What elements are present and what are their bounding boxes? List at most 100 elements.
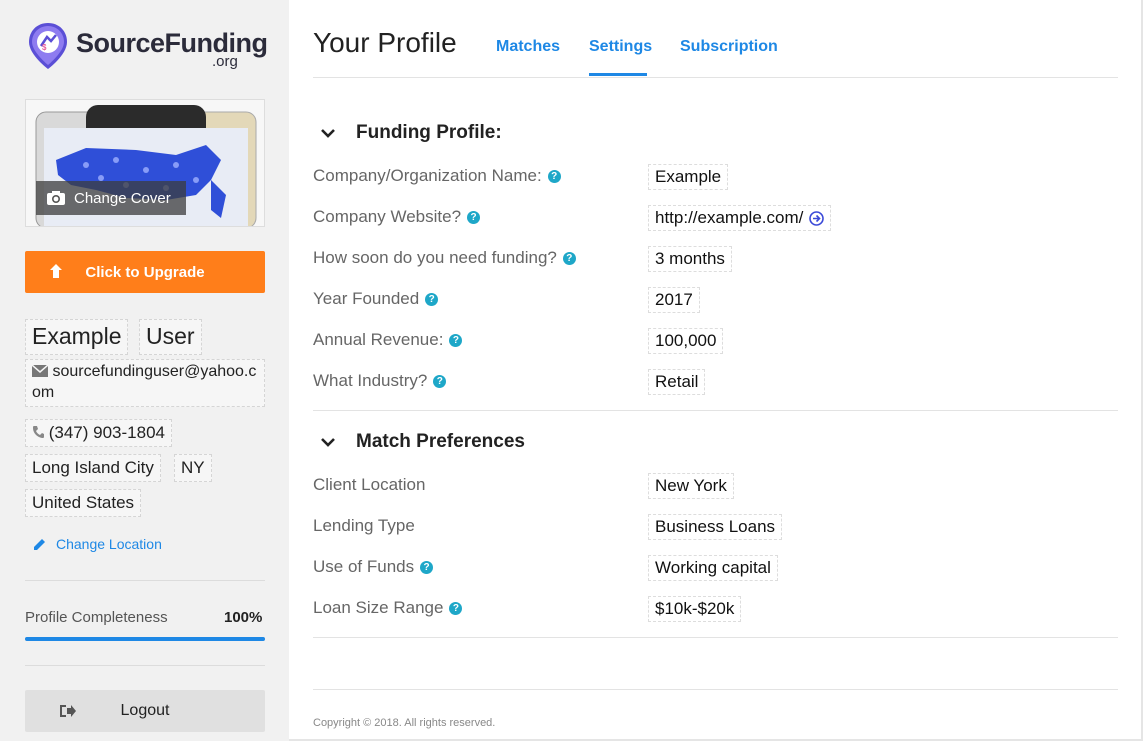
- industry-value[interactable]: Retail: [648, 369, 706, 396]
- match-preferences-header[interactable]: Match Preferences: [320, 431, 525, 453]
- change-location-label: Change Location: [56, 536, 162, 552]
- question-circle-icon[interactable]: ?: [425, 292, 439, 306]
- first-name[interactable]: Example: [25, 319, 129, 355]
- email-field[interactable]: sourcefundinguser@yahoo.com: [25, 359, 265, 407]
- year-founded-text: 2017: [655, 290, 693, 309]
- arrow-up-icon: [50, 264, 62, 278]
- annual-revenue-text: 100,000: [655, 331, 717, 350]
- annual-revenue-label: Annual Revenue:: [313, 330, 444, 349]
- field-label: How soon do you need funding? ?: [313, 248, 576, 268]
- change-location-link[interactable]: Change Location: [33, 536, 162, 552]
- field-label: Client Location: [313, 475, 425, 495]
- tab-matches[interactable]: Matches: [496, 38, 560, 56]
- profile-completeness-fill: [25, 637, 265, 641]
- question-circle-icon[interactable]: ?: [449, 601, 463, 615]
- company-name-value[interactable]: Example: [648, 164, 729, 191]
- logout-button[interactable]: Logout: [25, 690, 265, 732]
- pencil-icon: [34, 538, 45, 550]
- field-label: Annual Revenue: ?: [313, 330, 463, 350]
- copyright-text: Copyright © 2018. All rights reserved.: [313, 717, 496, 729]
- company-website-text: http://example.com/: [655, 208, 804, 227]
- field-label: Use of Funds ?: [313, 557, 434, 577]
- logout-label: Logout: [120, 702, 170, 719]
- company-name-text: Example: [655, 167, 722, 186]
- profile-completeness-bar: [25, 637, 265, 641]
- phone-field[interactable]: (347) 903-1804: [25, 419, 172, 448]
- header-divider: [313, 77, 1118, 78]
- funding-timeline-value[interactable]: 3 months: [648, 246, 732, 273]
- last-name[interactable]: User: [139, 319, 202, 355]
- section-divider: [313, 637, 1118, 638]
- sign-out-icon: [60, 705, 76, 717]
- sidebar: $ SourceFunding .org Change Cover Click …: [0, 0, 289, 741]
- page-title: Your Profile: [313, 27, 457, 58]
- company-website-label: Company Website?: [313, 207, 462, 226]
- state-field[interactable]: NY: [174, 454, 212, 483]
- logo-text: SourceFunding: [76, 28, 268, 58]
- question-circle-icon[interactable]: ?: [433, 374, 447, 388]
- lending-type-text: Business Loans: [655, 517, 776, 536]
- lending-type-label: Lending Type: [313, 516, 415, 535]
- sidebar-divider: [25, 665, 265, 666]
- svg-text:$: $: [42, 43, 47, 52]
- question-circle-icon[interactable]: ?: [420, 560, 434, 574]
- loan-size-label: Loan Size Range: [313, 598, 444, 617]
- question-circle-icon[interactable]: ?: [467, 210, 481, 224]
- city-field[interactable]: Long Island City: [25, 454, 161, 483]
- client-location-value[interactable]: New York: [648, 473, 734, 500]
- email-value: sourcefundinguser@yahoo.com: [32, 363, 257, 401]
- chevron-down-icon: [321, 129, 335, 138]
- funding-timeline-text: 3 months: [655, 249, 725, 268]
- logo[interactable]: $ SourceFunding .org: [27, 22, 268, 74]
- funding-timeline-label: How soon do you need funding?: [313, 248, 557, 267]
- field-label: Company Website? ?: [313, 207, 481, 227]
- upgrade-label: Click to Upgrade: [85, 263, 205, 281]
- question-circle-icon[interactable]: ?: [547, 169, 561, 183]
- country-field[interactable]: United States: [25, 489, 142, 518]
- lending-type-value[interactable]: Business Loans: [648, 514, 783, 541]
- field-label: What Industry? ?: [313, 371, 447, 391]
- annual-revenue-value[interactable]: 100,000: [648, 328, 724, 355]
- chevron-down-icon: [321, 438, 335, 447]
- company-website-value[interactable]: http://example.com/: [648, 205, 832, 232]
- active-tab-indicator: [589, 73, 647, 76]
- client-location-label: Client Location: [313, 475, 426, 494]
- camera-icon: [47, 191, 65, 205]
- industry-label: What Industry?: [313, 371, 428, 390]
- arrow-circle-right-icon[interactable]: [809, 210, 825, 226]
- map-pin-logo-icon: $: [29, 23, 67, 69]
- loan-size-text: $10k-$20k: [655, 599, 735, 618]
- sidebar-divider: [25, 580, 265, 581]
- footer-divider: [313, 689, 1118, 690]
- profile-completeness-value: 100%: [224, 609, 263, 626]
- loan-size-value[interactable]: $10k-$20k: [648, 596, 742, 623]
- field-label: Loan Size Range ?: [313, 598, 463, 618]
- use-of-funds-label: Use of Funds: [313, 557, 415, 576]
- client-location-text: New York: [655, 476, 727, 495]
- envelope-icon: [31, 364, 49, 377]
- field-label: Year Founded ?: [313, 289, 439, 309]
- cover-image: Change Cover: [25, 99, 265, 227]
- industry-text: Retail: [655, 372, 699, 391]
- phone-value: (347) 903-1804: [48, 423, 165, 442]
- question-circle-icon[interactable]: ?: [449, 333, 463, 347]
- year-founded-label: Year Founded: [313, 289, 420, 308]
- upgrade-button[interactable]: Click to Upgrade: [25, 251, 265, 293]
- year-founded-value[interactable]: 2017: [648, 287, 700, 314]
- match-preferences-heading: Match Preferences: [356, 431, 525, 452]
- phone-icon: [33, 426, 44, 438]
- change-cover-label: Change Cover: [74, 189, 171, 207]
- field-label: Lending Type: [313, 516, 415, 536]
- change-cover-button[interactable]: Change Cover: [36, 181, 186, 215]
- field-label: Company/Organization Name: ?: [313, 166, 561, 186]
- funding-profile-heading: Funding Profile:: [356, 122, 502, 143]
- use-of-funds-text: Working capital: [655, 558, 771, 577]
- funding-profile-header[interactable]: Funding Profile:: [320, 122, 502, 144]
- tab-settings[interactable]: Settings: [589, 38, 652, 56]
- company-name-label: Company/Organization Name:: [313, 166, 542, 185]
- section-divider: [313, 410, 1118, 411]
- tab-subscription[interactable]: Subscription: [680, 38, 778, 56]
- logo-suffix: .org: [212, 53, 238, 70]
- use-of-funds-value[interactable]: Working capital: [648, 555, 778, 582]
- question-circle-icon[interactable]: ?: [562, 251, 576, 265]
